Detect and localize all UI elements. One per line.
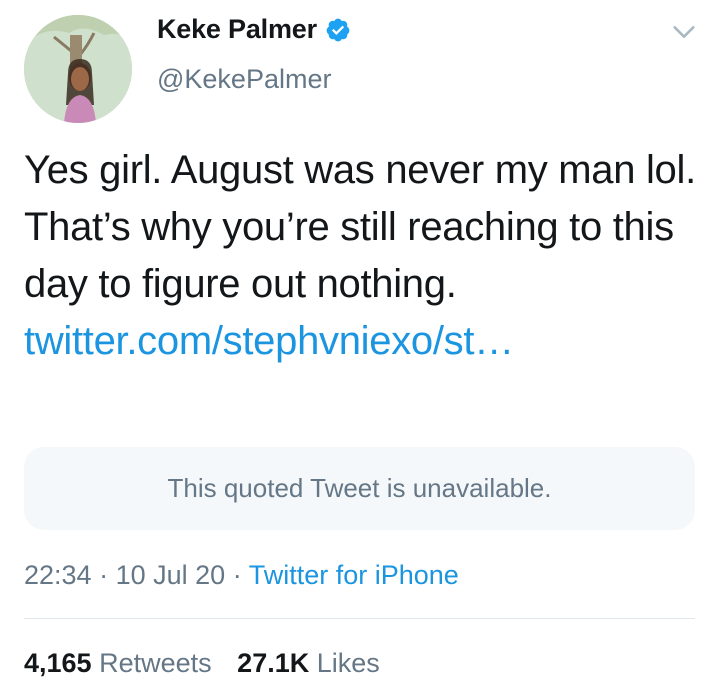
tweet-time[interactable]: 22:34 — [24, 560, 92, 590]
likes-stat[interactable]: 27.1K Likes — [237, 648, 380, 678]
quoted-unavailable-text: This quoted Tweet is unavailable. — [167, 473, 552, 503]
likes-count: 27.1K — [237, 648, 310, 678]
retweets-stat[interactable]: 4,165 Retweets — [24, 648, 212, 678]
display-name[interactable]: Keke Palmer — [157, 14, 317, 45]
meta-separator: · — [99, 560, 109, 590]
author-handle[interactable]: @KekePalmer — [157, 64, 331, 95]
tweet-stats: 4,165 Retweets 27.1K Likes — [24, 648, 398, 679]
tweet-text: Yes girl. August was never my man lol. T… — [24, 142, 704, 370]
author-name-row[interactable]: Keke Palmer — [157, 14, 351, 45]
tweet-body: Yes girl. August was never my man lol. T… — [24, 148, 696, 306]
divider — [24, 618, 695, 619]
likes-label: Likes — [316, 648, 380, 678]
chevron-down-icon[interactable] — [670, 18, 698, 46]
tweet-date[interactable]: 10 Jul 20 — [116, 560, 226, 590]
tweet-link[interactable]: twitter.com/stephvniexo/st… — [24, 319, 514, 363]
avatar[interactable] — [24, 15, 132, 123]
quoted-tweet-card[interactable]: This quoted Tweet is unavailable. — [24, 447, 695, 530]
meta-separator: · — [232, 560, 242, 590]
retweets-label: Retweets — [99, 648, 212, 678]
tweet-meta: 22:34 · 10 Jul 20 · Twitter for iPhone — [24, 560, 459, 591]
tweet-source[interactable]: Twitter for iPhone — [249, 560, 459, 590]
avatar-photo — [24, 15, 132, 123]
retweets-count: 4,165 — [24, 648, 92, 678]
verified-badge-icon — [326, 18, 350, 41]
